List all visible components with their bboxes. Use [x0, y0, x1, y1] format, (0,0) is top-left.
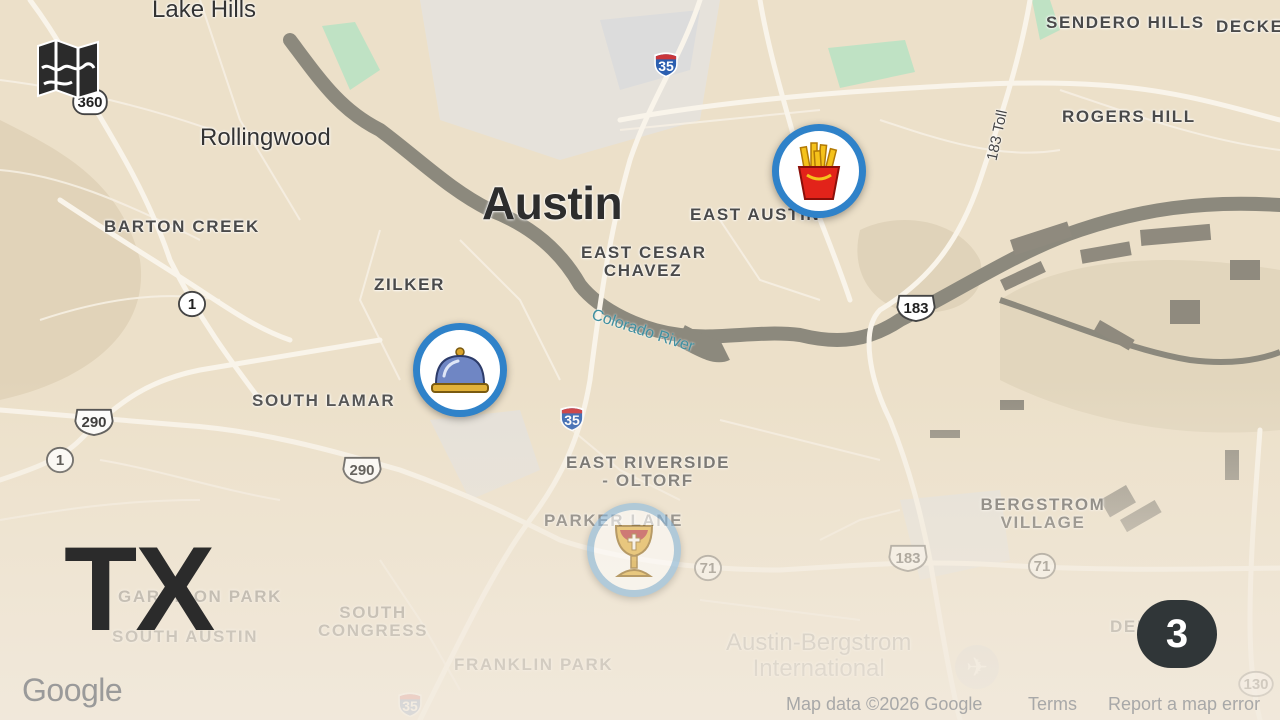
marker-room-service[interactable] [413, 323, 507, 417]
place-label-zilker: ZILKER [374, 275, 445, 294]
shield-number: 35 [658, 58, 674, 74]
place-label-line: EAST RIVERSIDE [566, 453, 731, 472]
place-label-rogers-hill: ROGERS HILL [1062, 107, 1196, 126]
count-badge: 3 [1137, 600, 1217, 668]
place-label-bergstrom-village: BERGSTROM VILLAGE [980, 496, 1106, 532]
chalice-icon [614, 525, 654, 577]
place-label-east-cesar-chavez: EAST CESAR CHAVEZ [581, 244, 705, 280]
place-label-airport: Austin-Bergstrom International [726, 630, 911, 682]
place-label-line: EAST CESAR [581, 243, 707, 262]
tx-71-shield: 71 [1026, 552, 1058, 580]
interstate-35-shield: 35 [648, 50, 684, 78]
place-label-east-riverside-oltorf: EAST RIVERSIDE - OLTORF [566, 454, 730, 490]
map-data-attribution: Map data ©2026 Google [786, 694, 983, 714]
place-label-sendero-hills: SENDERO HILLS [1046, 13, 1205, 32]
folded-map-icon[interactable] [34, 38, 102, 100]
place-label-line: Austin-Bergstrom [726, 629, 912, 656]
place-label-decker: DECKER [1216, 17, 1280, 36]
state-label: TX [64, 522, 215, 656]
place-label-lake-hills: Lake Hills [152, 0, 257, 23]
shield-number: 290 [349, 462, 375, 479]
interstate-35-shield: 35 [554, 404, 590, 432]
loop-1-shield: 1 [44, 446, 76, 474]
place-label-south-congress: SOUTH CONGRESS [318, 604, 428, 640]
place-label-line: BERGSTROM [980, 495, 1106, 514]
marker-chalice[interactable] [587, 503, 681, 597]
tx-71-shield: 71 [692, 554, 724, 582]
us-183-shield: 183 [894, 294, 938, 323]
shield-number: 35 [564, 412, 580, 428]
city-label-austin: Austin [482, 177, 623, 229]
shield-number: 1 [55, 452, 65, 469]
place-label-rollingwood: Rollingwood [200, 124, 331, 151]
us-183-shield: 183 [886, 544, 930, 573]
map-canvas[interactable]: Lake Hills Rollingwood BARTON CREEK ZILK… [0, 0, 1280, 720]
interstate-35-shield: 35 [392, 690, 428, 718]
report-map-error-link[interactable]: Report a map error [1108, 694, 1260, 715]
place-label-line: CHAVEZ [603, 261, 683, 280]
place-label-franklin-park: FRANKLIN PARK [454, 655, 614, 674]
shield-number: 71 [699, 560, 717, 577]
shield-number: 183 [903, 300, 929, 317]
place-label-line: VILLAGE [1000, 513, 1086, 532]
us-290-shield: 290 [340, 456, 384, 485]
service-bell-icon [431, 347, 489, 393]
shield-number: 183 [895, 550, 921, 567]
us-290-shield: 290 [72, 408, 116, 437]
place-label-line: - OLTORF [602, 471, 694, 490]
place-label-south-lamar: SOUTH LAMAR [252, 391, 396, 410]
place-label-line: International [752, 655, 885, 682]
shield-number: 71 [1033, 558, 1051, 575]
place-label-line: SOUTH [339, 603, 407, 622]
google-logo: Google [22, 672, 123, 708]
shield-number: 35 [402, 698, 418, 714]
airport-plane-icon: ✈ [955, 645, 999, 689]
shield-number: 290 [81, 414, 107, 431]
french-fries-icon [797, 142, 841, 200]
shield-number: 1 [187, 296, 197, 313]
place-label-barton-creek: BARTON CREEK [104, 217, 260, 236]
loop-1-shield: 1 [176, 290, 208, 318]
marker-french-fries[interactable] [772, 124, 866, 218]
place-label-line: CONGRESS [318, 621, 429, 640]
terms-link[interactable]: Terms [1028, 694, 1077, 715]
